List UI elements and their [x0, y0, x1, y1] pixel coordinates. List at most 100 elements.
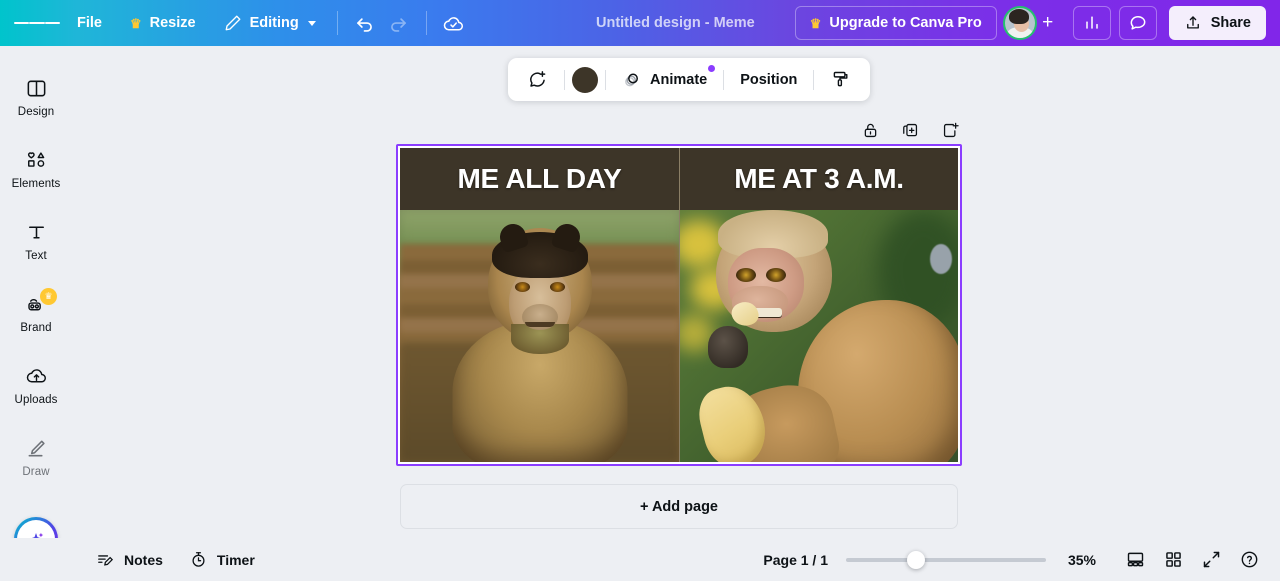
avatar[interactable] — [1002, 6, 1037, 40]
sidebar-item-uploads[interactable]: Uploads — [3, 352, 69, 418]
file-menu-button[interactable]: File — [66, 7, 113, 39]
save-status-button[interactable] — [437, 6, 471, 40]
monkey-eye-left — [514, 282, 530, 292]
help-button[interactable] — [1232, 543, 1266, 577]
cloud-upload-icon — [26, 368, 46, 382]
collaborators: + — [1002, 0, 1063, 46]
toolbar-separator — [564, 69, 565, 90]
paint-roller-icon — [834, 71, 848, 87]
meme-panel-right[interactable]: ME AT 3 A.M. — [679, 148, 958, 462]
unlock-icon — [864, 123, 876, 137]
hamburger-menu-icon[interactable] — [14, 0, 60, 46]
cloud-check-icon — [443, 16, 464, 30]
toolbar-divider-2 — [425, 11, 427, 35]
toolbar-separator — [605, 69, 606, 90]
shapes-icon — [27, 151, 44, 167]
add-page-icon — [943, 122, 959, 137]
upgrade-to-pro-button[interactable]: ♛ Upgrade to Canva Pro — [794, 6, 997, 40]
sidebar-item-label: Text — [25, 249, 47, 262]
presenter-view-button[interactable] — [1118, 543, 1152, 577]
copy-style-button[interactable] — [821, 63, 860, 96]
bar-chart-icon — [1085, 16, 1098, 29]
resize-button[interactable]: ♛ Resize — [119, 7, 207, 39]
chevron-down-icon — [307, 20, 316, 26]
add-comment-button[interactable] — [518, 63, 557, 96]
monkey-mouth — [524, 322, 555, 327]
sidebar-item-design[interactable]: Design — [3, 64, 69, 130]
meme-caption-right[interactable]: ME AT 3 A.M. — [680, 148, 958, 210]
add-collaborator-button[interactable]: + — [1033, 8, 1063, 38]
help-question-icon — [1241, 551, 1257, 568]
share-button[interactable]: Share — [1168, 6, 1266, 40]
zoom-level-value[interactable]: 35% — [1058, 552, 1106, 568]
macaque-ear — [930, 244, 952, 274]
monkey-eye-right — [549, 282, 565, 292]
add-page-label: + Add page — [639, 498, 718, 515]
toolbar-separator — [723, 69, 725, 90]
add-comment-icon — [530, 71, 546, 87]
zoom-slider-track — [846, 557, 1046, 562]
element-floating-toolbar: Animate Position — [508, 58, 871, 101]
top-bar: File ♛ Resize Editing Untitled design - … — [0, 0, 1280, 46]
timer-label: Timer — [216, 551, 255, 568]
crown-icon: ♛ — [809, 15, 822, 31]
bottom-bar: Notes Timer Page 1 / 1 35% — [0, 538, 1280, 581]
animate-circles-icon — [625, 73, 638, 87]
page-selection-frame[interactable]: ME ALL DAY ME AT 3 A.M. — [396, 144, 962, 466]
lock-page-button[interactable] — [856, 116, 884, 144]
crown-icon: ♛ — [40, 288, 57, 305]
toolbar-separator — [813, 69, 815, 90]
page-controls — [856, 116, 964, 144]
comment-bubble-icon — [1130, 16, 1146, 30]
sidebar-item-draw[interactable]: Draw — [3, 424, 69, 490]
notes-pencil-icon — [98, 555, 114, 566]
pen-draw-icon — [28, 440, 45, 456]
color-swatch-button[interactable] — [572, 66, 598, 93]
position-label: Position — [740, 71, 798, 88]
duplicate-page-button[interactable] — [896, 116, 924, 144]
position-button[interactable]: Position — [731, 63, 806, 96]
comments-button[interactable] — [1118, 6, 1157, 40]
meme-caption-left[interactable]: ME ALL DAY — [400, 148, 679, 210]
add-page-button[interactable]: + Add page — [400, 484, 958, 529]
macaque-eating-banana-photo[interactable] — [680, 210, 958, 462]
monkey-head — [487, 228, 592, 354]
notes-button[interactable]: Notes — [86, 544, 173, 576]
animate-button[interactable]: Animate — [613, 63, 716, 96]
fullscreen-button[interactable] — [1194, 543, 1228, 577]
duplicate-page-icon — [902, 123, 917, 136]
sidebar-item-brand[interactable]: ♛ Brand — [3, 280, 69, 346]
editing-label: Editing — [249, 15, 299, 31]
toolbar-divider — [336, 11, 338, 35]
resize-label: Resize — [149, 15, 196, 31]
design-panel-icon — [27, 80, 45, 96]
macaque-eye-left — [736, 268, 756, 282]
editing-mode-button[interactable]: Editing — [213, 7, 327, 39]
sidebar-item-elements[interactable]: Elements — [3, 136, 69, 202]
crown-icon: ♛ — [129, 15, 142, 31]
meme-caption-text: ME AT 3 A.M. — [734, 163, 904, 194]
design-page[interactable]: ME ALL DAY ME AT 3 A.M. — [400, 148, 958, 462]
animate-label: Animate — [650, 71, 708, 88]
sidebar-item-text[interactable]: Text — [3, 208, 69, 274]
sidebar-item-label: Brand — [20, 321, 52, 334]
undo-arrow-icon — [357, 17, 373, 32]
redo-button[interactable] — [382, 6, 416, 40]
stopwatch-icon — [192, 552, 205, 567]
undo-button[interactable] — [348, 6, 382, 40]
meme-panel-left[interactable]: ME ALL DAY — [400, 148, 679, 462]
document-title[interactable]: Untitled design - Meme — [596, 0, 755, 46]
capuchin-monkey-photo[interactable] — [400, 210, 679, 462]
grid-view-icon — [1165, 552, 1181, 567]
sidebar-item-label: Elements — [11, 177, 61, 190]
page-counter: Page 1 / 1 — [763, 551, 828, 568]
grid-view-button[interactable] — [1156, 543, 1190, 577]
sidebar-item-label: Uploads — [14, 393, 58, 406]
timer-button[interactable]: Timer — [179, 544, 265, 576]
upgrade-label: Upgrade to Canva Pro — [829, 15, 982, 31]
insights-button[interactable] — [1072, 6, 1111, 40]
zoom-slider-thumb[interactable] — [907, 550, 925, 569]
add-page-icon-button[interactable] — [936, 116, 964, 144]
zoom-slider[interactable] — [846, 550, 1046, 569]
avatar-hair — [1008, 9, 1029, 24]
